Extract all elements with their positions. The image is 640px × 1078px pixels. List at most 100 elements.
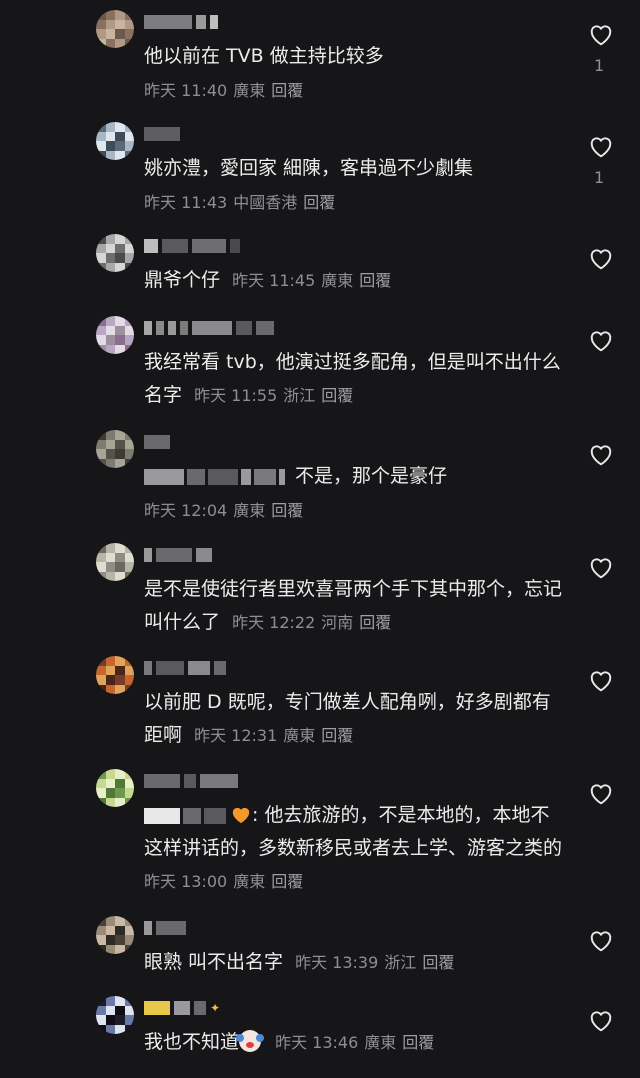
- reply-button[interactable]: 回覆: [303, 193, 335, 212]
- avatar-pixel: [124, 788, 134, 798]
- avatar[interactable]: [96, 234, 134, 272]
- like-button[interactable]: [588, 781, 614, 805]
- like-button[interactable]: [588, 328, 614, 352]
- username-pixelated[interactable]: [144, 658, 226, 678]
- reply-button[interactable]: 回覆: [271, 501, 303, 520]
- avatar[interactable]: [96, 769, 134, 807]
- reply-button[interactable]: 回覆: [422, 953, 454, 972]
- avatar-pixel: [105, 665, 115, 675]
- avatar-pixel: [124, 316, 134, 326]
- comment-time: 昨天 11:40: [144, 81, 228, 100]
- reply-button[interactable]: 回覆: [359, 271, 391, 290]
- avatar-pixel: [96, 684, 106, 694]
- avatar-pixel: [96, 234, 106, 244]
- avatar[interactable]: [96, 10, 134, 48]
- avatar-pixel: [124, 571, 134, 581]
- reply-button[interactable]: 回覆: [271, 81, 303, 100]
- avatar-pixel: [105, 29, 115, 39]
- avatar[interactable]: [96, 996, 134, 1034]
- avatar-pixel: [96, 1005, 106, 1015]
- avatar-pixel: [115, 571, 125, 581]
- like-button[interactable]: [588, 22, 614, 46]
- username-pixelated[interactable]: [144, 12, 218, 32]
- comment-text: 他以前在 TVB 做主持比较多: [144, 45, 384, 67]
- avatar-pixel: [115, 234, 125, 244]
- username-pixelated[interactable]: ✦: [144, 998, 220, 1018]
- like-button[interactable]: [588, 555, 614, 579]
- comment-item: 是不是使徒行者里欢喜哥两个手下其中那个，忘记叫什么了 昨天 12:22 河南 回覆: [0, 543, 640, 643]
- avatar-pixel: [105, 656, 115, 666]
- like-button[interactable]: [588, 928, 614, 952]
- username-pixelated[interactable]: [144, 918, 186, 938]
- comment-item: 姚亦澧，愛回家 細陳，客串過不少劇集 昨天 11:43 中國香港 回覆 1: [0, 122, 640, 222]
- avatar-pixel: [115, 925, 125, 935]
- like-button[interactable]: [588, 134, 614, 158]
- avatar-pixel: [105, 552, 115, 562]
- avatar-pixel: [96, 665, 106, 675]
- mention-pixelated[interactable]: [144, 468, 285, 485]
- avatar[interactable]: [96, 430, 134, 468]
- avatar[interactable]: [96, 316, 134, 354]
- avatar-pixel: [115, 778, 125, 788]
- comment-meta: 昨天 11:45 廣東 回覆: [232, 271, 397, 290]
- username-pixelated[interactable]: [144, 318, 274, 338]
- avatar-pixel: [105, 430, 115, 440]
- avatar-pixel: [96, 439, 106, 449]
- avatar-pixel: [96, 797, 106, 807]
- comment-location: 河南: [321, 613, 354, 632]
- comment-meta: 昨天 13:46 廣東 回覆: [275, 1033, 440, 1052]
- comment-location: 廣東: [233, 872, 266, 891]
- comment-meta: 昨天 11:55 浙江 回覆: [194, 386, 359, 405]
- reply-button[interactable]: 回覆: [271, 872, 303, 891]
- avatar-pixel: [96, 916, 106, 926]
- avatar-pixel: [105, 131, 115, 141]
- comment-text: 姚亦澧，愛回家 細陳，客串過不少劇集: [144, 157, 474, 179]
- comment-location: 廣東: [283, 726, 316, 745]
- username-pixelated[interactable]: [144, 236, 240, 256]
- like-button[interactable]: [588, 668, 614, 692]
- avatar[interactable]: [96, 122, 134, 160]
- avatar-pixel: [115, 656, 125, 666]
- avatar-pixel: [96, 131, 106, 141]
- username-pixelated[interactable]: [144, 545, 212, 565]
- avatar-pixel: [96, 778, 106, 788]
- avatar[interactable]: [96, 916, 134, 954]
- avatar-pixel: [96, 122, 106, 132]
- avatar-pixel: [124, 656, 134, 666]
- comment-location: 浙江: [384, 953, 417, 972]
- like-button[interactable]: [588, 442, 614, 466]
- comment-meta: 昨天 12:04 廣東 回覆: [144, 497, 564, 525]
- comment-body: 不是，那个是豪仔 昨天 12:04 廣東 回覆: [144, 460, 564, 525]
- avatar[interactable]: [96, 656, 134, 694]
- username-pixelated[interactable]: [144, 124, 180, 144]
- avatar-pixel: [115, 122, 125, 132]
- avatar-pixel: [115, 916, 125, 926]
- username-pixelated[interactable]: [144, 771, 238, 791]
- comment-meta: 昨天 13:00 廣東 回覆: [144, 872, 309, 891]
- username-pixelated[interactable]: [144, 432, 170, 452]
- comment-location: 廣東: [233, 81, 266, 100]
- avatar-pixel: [115, 1015, 125, 1025]
- like-button[interactable]: [588, 246, 614, 270]
- comment-item: ✦ 我也不知道 昨天 13:46 廣東 回覆: [0, 996, 640, 1066]
- reply-button[interactable]: 回覆: [402, 1033, 434, 1052]
- reply-button[interactable]: 回覆: [321, 726, 353, 745]
- comment-text: 我也不知道: [144, 1031, 240, 1053]
- heart-outline-icon: [590, 249, 612, 270]
- like-button[interactable]: [588, 1008, 614, 1032]
- comment-time: 昨天 11:55: [194, 386, 278, 405]
- reply-button[interactable]: 回覆: [359, 613, 391, 632]
- comment-meta: 昨天 11:40 廣東 回覆: [144, 77, 564, 105]
- avatar-pixel: [124, 944, 134, 954]
- avatar[interactable]: [96, 543, 134, 581]
- mention-pixelated[interactable]: [144, 807, 226, 824]
- avatar-pixel: [124, 1005, 134, 1015]
- avatar-pixel: [96, 449, 106, 459]
- avatar-pixel: [124, 19, 134, 29]
- avatar-pixel: [96, 788, 106, 798]
- comment-time: 昨天 12:04: [144, 501, 228, 520]
- comment-item: 以前肥 D 既呢，专门做差人配角咧，好多剧都有距啊 昨天 12:31 廣東 回覆: [0, 656, 640, 756]
- avatar-pixel: [105, 675, 115, 685]
- reply-button[interactable]: 回覆: [321, 386, 353, 405]
- avatar-pixel: [105, 325, 115, 335]
